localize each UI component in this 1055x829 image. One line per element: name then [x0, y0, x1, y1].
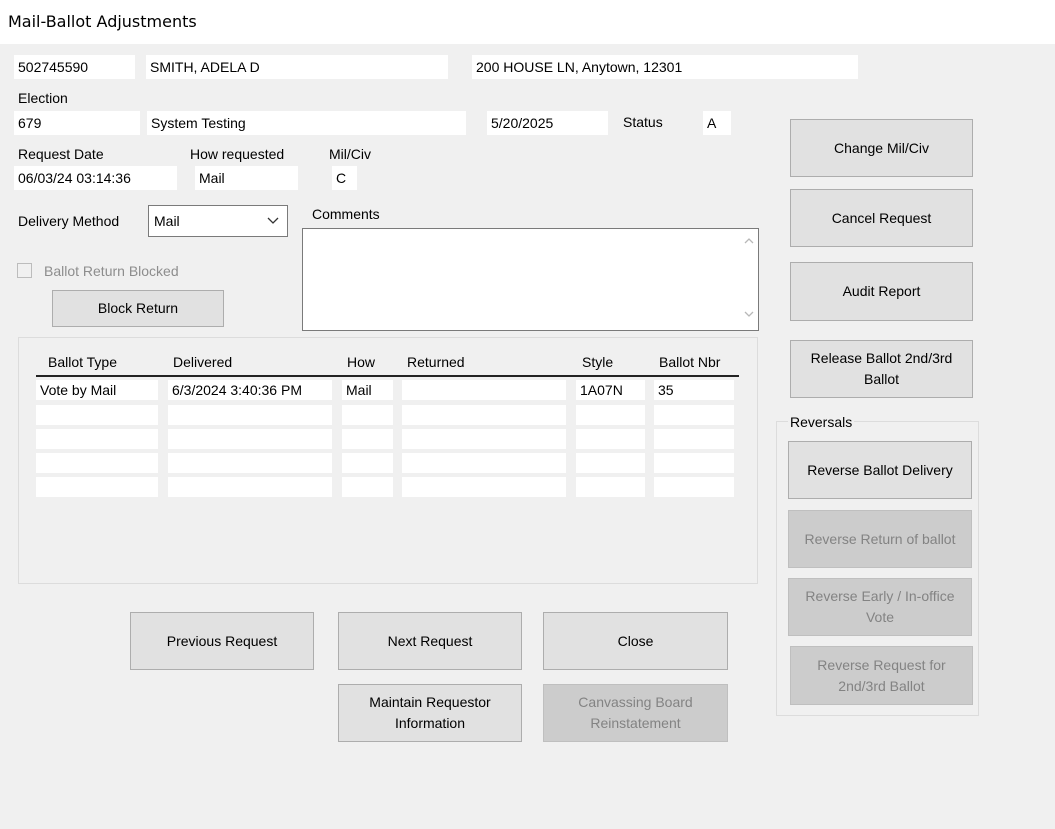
comments-scrollbar[interactable] [741, 229, 758, 330]
grid-cell[interactable] [36, 477, 158, 497]
grid-cell[interactable] [576, 429, 645, 449]
request-date-field: 06/03/24 03:14:36 [14, 166, 177, 190]
grid-header-1[interactable]: Delivered [173, 354, 232, 370]
reverse-request-button[interactable]: Reverse Request for 2nd/3rd Ballot [790, 646, 973, 705]
voter-id-field: 502745590 [14, 55, 135, 79]
status-label: Status [623, 114, 663, 130]
grid-cell[interactable]: Mail [342, 380, 393, 400]
milciv-field: C [332, 166, 357, 190]
election-label: Election [18, 90, 68, 106]
election-date-field: 5/20/2025 [487, 111, 608, 135]
previous-request-button[interactable]: Previous Request [130, 612, 314, 670]
grid-header-2[interactable]: How [347, 354, 375, 370]
how-requested-label: How requested [190, 146, 285, 162]
title-bar: Mail-Ballot Adjustments [0, 0, 1055, 44]
election-name-field: System Testing [147, 111, 466, 135]
cancel-request-button[interactable]: Cancel Request [790, 189, 973, 247]
grid-cell[interactable]: 6/3/2024 3:40:36 PM [168, 380, 332, 400]
grid-cell[interactable] [342, 429, 393, 449]
grid-cell[interactable] [654, 429, 734, 449]
block-return-button[interactable]: Block Return [52, 290, 224, 327]
grid-cell[interactable] [168, 429, 332, 449]
delivery-method-select[interactable]: Mail [148, 205, 288, 237]
grid-cell[interactable] [168, 405, 332, 425]
ballot-return-blocked-checkbox[interactable] [17, 263, 32, 278]
grid-header-5[interactable]: Ballot Nbr [659, 354, 720, 370]
grid-cell[interactable] [402, 453, 566, 473]
grid-cell[interactable]: 35 [654, 380, 734, 400]
delivery-method-label: Delivery Method [18, 213, 120, 229]
grid-cell[interactable] [576, 477, 645, 497]
grid-cell[interactable] [36, 405, 158, 425]
reverse-return-button[interactable]: Reverse Return of ballot [788, 510, 972, 568]
milciv-label: Mil/Civ [329, 146, 371, 162]
grid-cell[interactable] [36, 453, 158, 473]
grid-cell[interactable] [168, 477, 332, 497]
grid-cell[interactable]: Vote by Mail [36, 380, 158, 400]
grid-cell[interactable] [168, 453, 332, 473]
reverse-ballot-delivery-button[interactable]: Reverse Ballot Delivery [788, 441, 972, 499]
how-requested-field: Mail [195, 166, 298, 190]
grid-cell[interactable] [36, 429, 158, 449]
close-button[interactable]: Close [543, 612, 728, 670]
scroll-down-icon[interactable] [744, 311, 754, 318]
grid-cell[interactable] [654, 405, 734, 425]
grid-cell[interactable] [402, 380, 566, 400]
window-title: Mail-Ballot Adjustments [8, 12, 197, 31]
reverse-early-vote-button[interactable]: Reverse Early / In-office Vote [788, 578, 972, 636]
grid-cell[interactable] [576, 405, 645, 425]
grid-header-4[interactable]: Style [582, 354, 613, 370]
status-field: A [703, 111, 731, 135]
grid-cell[interactable] [402, 405, 566, 425]
grid-cell[interactable]: 1A07N [576, 380, 645, 400]
chevron-down-icon [267, 217, 279, 224]
delivery-method-value: Mail [154, 213, 180, 229]
scroll-up-icon[interactable] [744, 237, 754, 244]
reversals-label: Reversals [788, 414, 855, 430]
election-number-field: 679 [14, 111, 140, 135]
voter-address-field: 200 HOUSE LN, Anytown, 12301 [472, 55, 858, 79]
comments-textarea[interactable] [302, 228, 759, 331]
canvassing-board-button[interactable]: Canvassing Board Reinstatement [543, 684, 728, 742]
grid-cell[interactable] [654, 477, 734, 497]
grid-header-0[interactable]: Ballot Type [48, 354, 117, 370]
comments-label: Comments [312, 206, 380, 222]
grid-header-3[interactable]: Returned [407, 354, 465, 370]
grid-cell[interactable] [342, 453, 393, 473]
grid-cell[interactable] [342, 405, 393, 425]
grid-cell[interactable] [402, 477, 566, 497]
next-request-button[interactable]: Next Request [338, 612, 522, 670]
grid-cell[interactable] [654, 453, 734, 473]
release-ballot-button[interactable]: Release Ballot 2nd/3rd Ballot [790, 340, 973, 398]
grid-cell[interactable] [342, 477, 393, 497]
audit-report-button[interactable]: Audit Report [790, 262, 973, 321]
request-date-label: Request Date [18, 146, 104, 162]
change-milciv-button[interactable]: Change Mil/Civ [790, 119, 973, 177]
ballot-return-blocked-label: Ballot Return Blocked [44, 263, 179, 279]
grid-cell[interactable] [402, 429, 566, 449]
grid-cell[interactable] [576, 453, 645, 473]
grid-header-divider [36, 375, 739, 377]
maintain-requestor-button[interactable]: Maintain Requestor Information [338, 684, 522, 742]
voter-name-field: SMITH, ADELA D [146, 55, 448, 79]
